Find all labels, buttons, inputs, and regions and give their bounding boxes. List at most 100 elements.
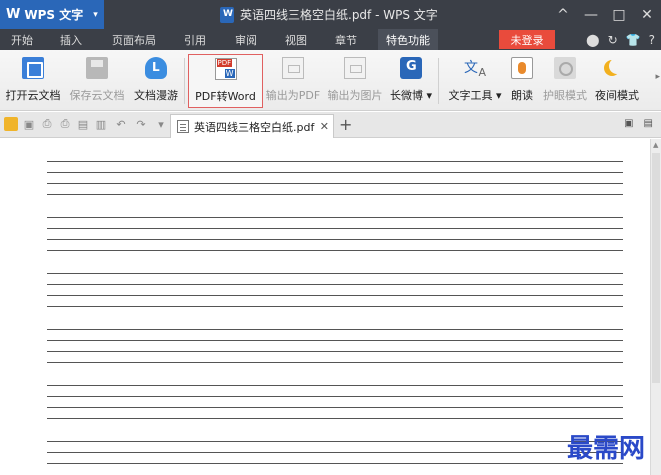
- ribbon-label: 文字工具 ▾: [448, 89, 502, 102]
- document-canvas[interactable]: [0, 139, 650, 475]
- menu-references[interactable]: 引用: [184, 29, 206, 50]
- menu-home[interactable]: 开始: [11, 29, 33, 50]
- watermark-logo: 最需网: [566, 434, 645, 464]
- document-tab[interactable]: 英语四线三格空白纸.pdf ✕: [170, 114, 334, 138]
- ribbon-separator: [184, 58, 185, 104]
- export-image-button[interactable]: 输出为图片: [325, 54, 385, 108]
- night-mode-icon: [606, 57, 628, 79]
- ruled-line: [47, 407, 623, 408]
- export-icon[interactable]: ▥: [94, 117, 108, 131]
- ruled-line: [47, 441, 623, 442]
- ribbon-label: PDF转Word: [195, 90, 256, 103]
- eye-care-icon: [554, 57, 576, 79]
- close-button[interactable]: ✕: [633, 0, 661, 29]
- skin-icon[interactable]: ⬤: [586, 33, 599, 47]
- pdf-to-word-button[interactable]: PDF转Word: [188, 54, 263, 108]
- window-title-text: 英语四线三格空白纸.pdf - WPS 文字: [240, 8, 438, 22]
- menu-page-layout[interactable]: 页面布局: [112, 29, 156, 50]
- app-menu-button[interactable]: W WPS 文字 ▾: [0, 0, 104, 29]
- export-pdf-icon: [282, 57, 304, 79]
- redo-icon[interactable]: ↷: [134, 117, 148, 131]
- menu-review[interactable]: 审阅: [235, 29, 257, 50]
- document-icon: [220, 6, 234, 23]
- ribbon-label: 长微博 ▾: [389, 89, 433, 102]
- text-tools-icon: [464, 57, 486, 79]
- ruled-line: [47, 295, 623, 296]
- ruled-line: [47, 239, 623, 240]
- shirt-icon[interactable]: 👕: [626, 33, 641, 47]
- text-tools-button[interactable]: 文字工具 ▾: [446, 54, 504, 108]
- undo-icon[interactable]: ↶: [114, 117, 128, 131]
- ruled-line: [47, 273, 623, 274]
- ruled-line: [47, 250, 623, 251]
- scrollbar-thumb[interactable]: [652, 153, 660, 383]
- ruled-line: [47, 183, 623, 184]
- ribbon-label: 输出为图片: [327, 89, 383, 102]
- night-mode-button[interactable]: 夜间模式: [592, 54, 642, 108]
- eye-care-mode-button[interactable]: 护眼模式: [540, 54, 590, 108]
- pdf-to-word-icon: [214, 58, 237, 80]
- scroll-up-icon[interactable]: ▲: [653, 141, 658, 149]
- print-icon[interactable]: ⎙: [58, 117, 72, 131]
- menu-bar: 开始 插入 页面布局 引用 审阅 视图 章节 特色功能 未登录 ⬤ ↻ 👕 ?: [0, 29, 661, 50]
- save-cloud-doc-button[interactable]: 保存云文档: [67, 54, 127, 108]
- long-weibo-button[interactable]: 长微博 ▾: [388, 54, 434, 108]
- menu-insert[interactable]: 插入: [60, 29, 82, 50]
- close-tab-icon[interactable]: ✕: [320, 120, 329, 133]
- print-preview-icon[interactable]: ▤: [76, 117, 90, 131]
- menu-right-icons: ⬤ ↻ 👕 ?: [586, 29, 661, 50]
- window-title: 英语四线三格空白纸.pdf - WPS 文字: [220, 0, 438, 29]
- ruled-line: [47, 452, 623, 453]
- ruled-line: [47, 385, 623, 386]
- ruled-line: [47, 194, 623, 195]
- read-aloud-button[interactable]: 朗读: [508, 54, 536, 108]
- ruled-line: [47, 284, 623, 285]
- cloud-icon: [145, 57, 167, 79]
- ruled-line: [47, 351, 623, 352]
- export-pdf-button[interactable]: 输出为PDF: [264, 54, 322, 108]
- output-icon[interactable]: ⎙: [40, 117, 54, 131]
- vertical-scrollbar[interactable]: ▲: [650, 139, 661, 475]
- open-cloud-doc-button[interactable]: 打开云文档: [4, 54, 62, 108]
- tab-bar: ▣ ⎙ ⎙ ▤ ▥ ↶ ↷ ▾ 英语四线三格空白纸.pdf ✕ + ▣ ▤: [0, 112, 661, 138]
- ribbon-label: 护眼模式: [543, 89, 587, 102]
- ruled-line: [47, 306, 623, 307]
- document-icon: [177, 120, 189, 133]
- ruled-line: [47, 217, 623, 218]
- customize-toolbar-icon[interactable]: ▾: [154, 117, 168, 131]
- document-tab-label: 英语四线三格空白纸.pdf: [194, 120, 315, 134]
- menu-chapter[interactable]: 章节: [335, 29, 357, 50]
- menu-view[interactable]: 视图: [285, 29, 307, 50]
- ruled-line: [47, 228, 623, 229]
- restore-window-icon[interactable]: ▣: [624, 118, 633, 129]
- title-bar: W WPS 文字 ▾ 英语四线三格空白纸.pdf - WPS 文字 ^ — □ …: [0, 0, 661, 29]
- login-button[interactable]: 未登录: [499, 30, 555, 49]
- ribbon-label: 输出为PDF: [265, 89, 321, 102]
- caret-down-icon: ▾: [93, 9, 98, 20]
- weibo-icon: [400, 57, 422, 79]
- tab-list-icon[interactable]: ▤: [644, 118, 653, 129]
- tab-bar-right-icons: ▣ ▤: [624, 118, 653, 129]
- ribbon-label: 保存云文档: [69, 89, 125, 102]
- ruled-line: [47, 161, 623, 162]
- menu-special-features[interactable]: 特色功能: [378, 29, 438, 50]
- minimize-button[interactable]: —: [577, 0, 605, 29]
- ribbon-label: 夜间模式: [595, 89, 639, 102]
- export-image-icon: [344, 57, 366, 79]
- app-name: WPS 文字: [24, 8, 84, 22]
- document-roaming-button[interactable]: 文档漫游: [131, 54, 181, 108]
- save-icon: [86, 57, 108, 79]
- new-tab-button[interactable]: +: [339, 115, 352, 134]
- cloud-open-icon: [22, 57, 44, 79]
- open-folder-icon[interactable]: [4, 117, 18, 131]
- help-icon[interactable]: ?: [649, 33, 655, 47]
- maximize-button[interactable]: □: [605, 0, 633, 29]
- save-icon[interactable]: ▣: [22, 117, 36, 131]
- read-aloud-icon: [511, 57, 533, 79]
- ribbon: 打开云文档 保存云文档 文档漫游 PDF转Word 输出为PDF 输出为图片 长…: [0, 50, 661, 111]
- sync-icon[interactable]: ↻: [608, 33, 618, 47]
- collapse-ribbon-button[interactable]: ^: [549, 0, 577, 29]
- ribbon-scroll-right-icon[interactable]: ▸: [655, 72, 660, 82]
- ruled-line: [47, 340, 623, 341]
- ribbon-label: 打开云文档: [5, 89, 61, 102]
